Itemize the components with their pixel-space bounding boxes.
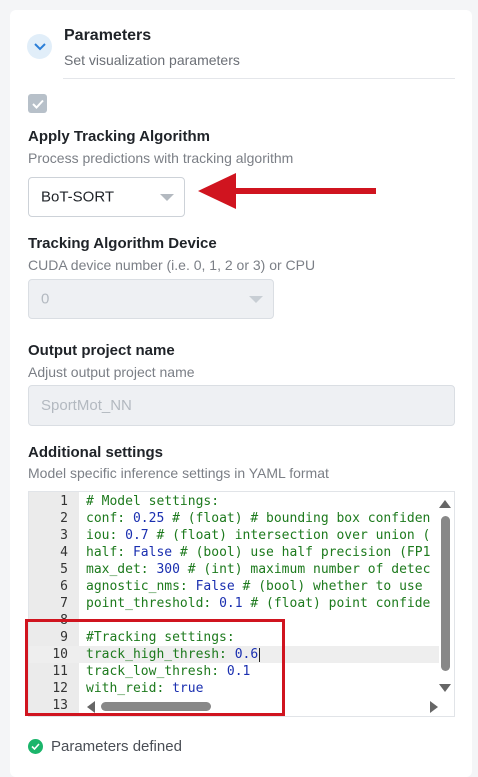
vertical-scrollbar[interactable] bbox=[438, 496, 452, 694]
section-subtitle: Set visualization parameters bbox=[64, 52, 240, 68]
device-label: Tracking Algorithm Device bbox=[28, 235, 217, 252]
additional-settings-label: Additional settings bbox=[28, 444, 163, 461]
code-line[interactable]: 3 iou: 0.7 # (float) intersection over u… bbox=[29, 527, 439, 544]
scroll-thumb[interactable] bbox=[441, 516, 450, 671]
chevron-down-icon[interactable] bbox=[27, 34, 52, 59]
line-text: point_threshold: 0.1 # (float) point con… bbox=[86, 596, 431, 611]
red-arrow-annotation bbox=[198, 173, 376, 209]
line-text: half: False # (bool) use half precision … bbox=[86, 545, 431, 560]
section-title: Parameters bbox=[64, 27, 152, 44]
divider bbox=[63, 78, 455, 79]
device-select[interactable]: 0 bbox=[28, 279, 274, 319]
line-number: 7 bbox=[60, 596, 68, 611]
tracking-checkbox[interactable] bbox=[28, 94, 47, 113]
line-number: 1 bbox=[60, 494, 68, 509]
code-line[interactable]: 4 half: False # (bool) use half precisio… bbox=[29, 544, 439, 561]
line-number: 5 bbox=[60, 562, 68, 577]
code-line[interactable]: 7 point_threshold: 0.1 # (float) point c… bbox=[29, 595, 439, 612]
code-line[interactable]: 6 agnostic_nms: False # (bool) whether t… bbox=[29, 578, 439, 595]
caret-down-icon bbox=[249, 296, 263, 303]
check-icon bbox=[31, 99, 44, 109]
output-project-placeholder: SportMot_NN bbox=[41, 397, 132, 414]
line-number: 4 bbox=[60, 545, 68, 560]
device-value: 0 bbox=[41, 290, 50, 308]
tracking-description: Process predictions with tracking algori… bbox=[28, 150, 294, 166]
tracking-algorithm-select[interactable]: BoT-SORT bbox=[28, 177, 185, 217]
line-text: max_det: 300 # (int) maximum number of d… bbox=[86, 562, 431, 577]
tracking-label: Apply Tracking Algorithm bbox=[28, 128, 210, 145]
line-number: 6 bbox=[60, 579, 68, 594]
red-box-annotation bbox=[25, 619, 285, 716]
code-line[interactable]: 5 max_det: 300 # (int) maximum number of… bbox=[29, 561, 439, 578]
code-line[interactable]: 2 conf: 0.25 # (float) # bounding box co… bbox=[29, 510, 439, 527]
line-text: iou: 0.7 # (float) intersection over uni… bbox=[86, 528, 431, 543]
device-description: CUDA device number (i.e. 0, 1, 2 or 3) o… bbox=[28, 257, 316, 273]
output-project-input[interactable]: SportMot_NN bbox=[28, 385, 455, 426]
check-circle-icon bbox=[28, 739, 43, 754]
additional-settings-description: Model specific inference settings in YAM… bbox=[28, 465, 329, 481]
scroll-down-icon[interactable] bbox=[439, 684, 451, 692]
line-text: # Model settings: bbox=[86, 494, 220, 509]
output-description: Adjust output project name bbox=[28, 364, 195, 380]
line-text: agnostic_nms: False # (bool) whether to … bbox=[86, 579, 423, 594]
line-number: 3 bbox=[60, 528, 68, 543]
status-text: Parameters defined bbox=[51, 738, 182, 755]
line-number: 2 bbox=[60, 511, 68, 526]
tracking-algorithm-value: BoT-SORT bbox=[41, 188, 115, 206]
line-text: conf: 0.25 # (float) # bounding box conf… bbox=[86, 511, 431, 526]
caret-down-icon bbox=[160, 194, 174, 201]
output-label: Output project name bbox=[28, 342, 175, 359]
code-line[interactable]: 1 # Model settings: bbox=[29, 493, 439, 510]
status-indicator: Parameters defined bbox=[28, 738, 182, 755]
scroll-up-icon[interactable] bbox=[439, 500, 451, 508]
scroll-right-icon[interactable] bbox=[430, 701, 438, 713]
